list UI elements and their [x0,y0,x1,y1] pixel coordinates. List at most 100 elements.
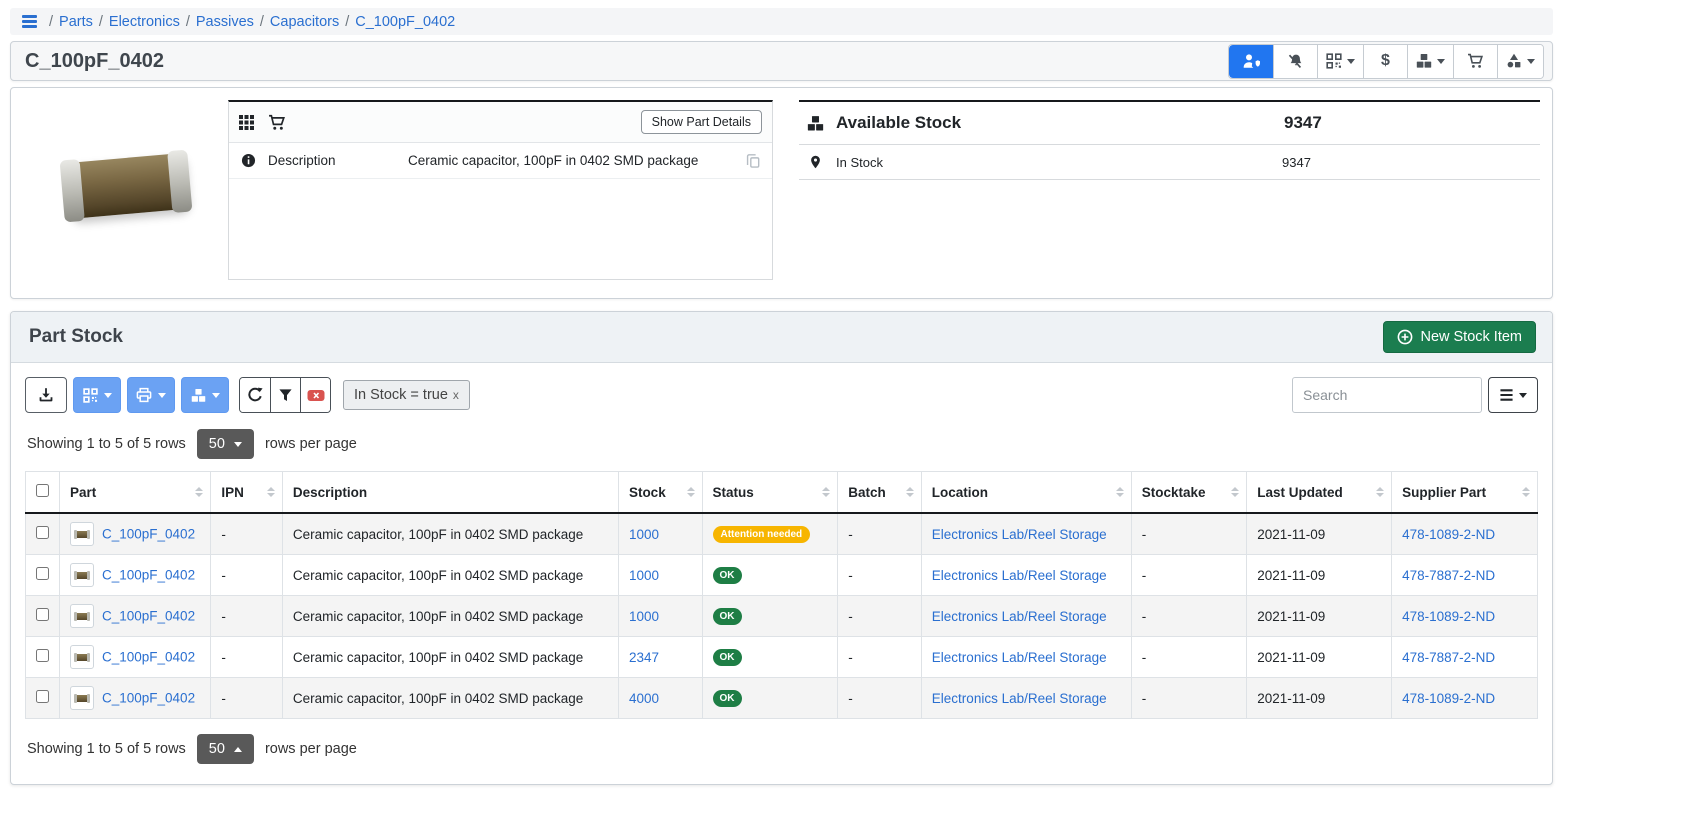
description-row: Description Ceramic capacitor, 100pF in … [229,143,772,179]
filter-button[interactable] [270,378,300,412]
last-updated-cell: 2021-11-09 [1247,555,1392,596]
column-header-description[interactable]: Description [282,472,618,514]
supplier-part-link[interactable]: 478-1089-2-ND [1402,691,1495,706]
part-link[interactable]: C_100pF_0402 [102,527,195,542]
part-link[interactable]: C_100pF_0402 [102,568,195,583]
breadcrumb-item-electronics[interactable]: Electronics [109,14,180,30]
breadcrumb: / Parts / Electronics / Passives / Capac… [10,8,1553,35]
copy-icon[interactable] [746,153,760,168]
clear-filters-button[interactable] [300,378,330,412]
available-stock-panel: Available Stock 9347 In Stock 9347 [799,100,1540,180]
stock-quantity-link[interactable]: 1000 [629,527,659,542]
stocktake-cell: - [1131,513,1246,555]
sort-icon [687,487,695,497]
description-cell: Ceramic capacitor, 100pF in 0402 SMD pac… [282,637,618,678]
location-link[interactable]: Electronics Lab/Reel Storage [932,609,1107,624]
pagination-suffix-text: rows per page [265,741,357,757]
stock-options-button[interactable] [181,377,229,413]
barcode-actions-button[interactable] [1317,45,1363,78]
filter-chip: In Stock = true x [343,380,470,410]
pricing-button[interactable]: $ [1363,45,1407,78]
part-stock-header: Part Stock New Stock Item [11,312,1552,363]
column-header-stocktake[interactable]: Stocktake [1131,472,1246,514]
part-actions-button[interactable] [1497,45,1543,78]
column-header-last-updated[interactable]: Last Updated [1247,472,1392,514]
columns-button[interactable] [1488,377,1538,413]
search-input[interactable] [1292,377,1482,413]
new-stock-item-button[interactable]: New Stock Item [1383,321,1536,353]
page-size-dropdown[interactable]: 50 [197,734,254,764]
export-button[interactable] [25,377,67,413]
filter-funnel-icon [278,388,293,403]
part-thumbnail [70,686,94,710]
ipn-cell: - [211,678,283,719]
filter-chip-close[interactable]: x [453,388,459,402]
breadcrumb-item-passives[interactable]: Passives [196,14,254,30]
shopping-cart-icon [1467,53,1484,69]
breadcrumb-item-current-part[interactable]: C_100pF_0402 [355,14,455,30]
stock-actions-button[interactable] [1407,45,1453,78]
stock-quantity-link[interactable]: 2347 [629,650,659,665]
menu-icon[interactable] [22,15,37,28]
part-link[interactable]: C_100pF_0402 [102,691,195,706]
part-image[interactable] [23,100,228,280]
column-header-stock[interactable]: Stock [618,472,702,514]
column-label: Stocktake [1142,485,1206,500]
chevron-down-icon [212,393,220,398]
subscribe-button[interactable] [1229,45,1273,78]
column-label: Description [293,485,367,500]
breadcrumb-separator: / [180,14,196,30]
location-link[interactable]: Electronics Lab/Reel Storage [932,650,1107,665]
column-header-location[interactable]: Location [921,472,1131,514]
location-link[interactable]: Electronics Lab/Reel Storage [932,691,1107,706]
sort-icon [1116,487,1124,497]
column-header-supplier-part[interactable]: Supplier Part [1392,472,1538,514]
description-cell: Ceramic capacitor, 100pF in 0402 SMD pac… [282,678,618,719]
row-checkbox[interactable] [36,690,49,703]
supplier-part-link[interactable]: 478-1089-2-ND [1402,609,1495,624]
page-header: C_100pF_0402 $ [10,41,1553,81]
bell-slash-icon [1288,53,1304,69]
available-stock-header: Available Stock 9347 [799,102,1540,145]
row-checkbox[interactable] [36,567,49,580]
breadcrumb-item-capacitors[interactable]: Capacitors [270,14,339,30]
select-all-checkbox[interactable] [36,484,49,497]
row-checkbox[interactable] [36,608,49,621]
filter-group [239,377,331,413]
column-label: IPN [221,485,244,500]
supplier-part-link[interactable]: 478-7887-2-ND [1402,650,1495,665]
part-link[interactable]: C_100pF_0402 [102,609,195,624]
location-link[interactable]: Electronics Lab/Reel Storage [932,568,1107,583]
column-header-ipn[interactable]: IPN [211,472,283,514]
show-part-details-button[interactable]: Show Part Details [641,110,762,134]
qrcode-icon [1326,53,1342,69]
column-header-status[interactable]: Status [702,472,838,514]
purchase-button[interactable] [1453,45,1497,78]
breadcrumb-item-parts[interactable]: Parts [59,14,93,30]
column-header-part[interactable]: Part [60,472,211,514]
barcode-actions-button[interactable] [73,377,121,413]
supplier-part-link[interactable]: 478-1089-2-ND [1402,527,1495,542]
stock-quantity-link[interactable]: 4000 [629,691,659,706]
stock-quantity-link[interactable]: 1000 [629,609,659,624]
row-checkbox[interactable] [36,526,49,539]
column-header-batch[interactable]: Batch [838,472,922,514]
refresh-button[interactable] [240,378,270,412]
table-row: C_100pF_0402 - Ceramic capacitor, 100pF … [26,637,1538,678]
sort-icon [195,487,203,497]
available-stock-title: Available Stock [836,113,1272,133]
part-link[interactable]: C_100pF_0402 [102,650,195,665]
print-actions-button[interactable] [127,377,175,413]
row-checkbox[interactable] [36,649,49,662]
supplier-part-link[interactable]: 478-7887-2-ND [1402,568,1495,583]
location-link[interactable]: Electronics Lab/Reel Storage [932,527,1107,542]
status-badge: OK [713,690,742,707]
part-thumbnail [70,604,94,628]
description-label: Description [268,153,396,168]
filter-chip-label: In Stock = true [354,387,448,403]
stock-quantity-link[interactable]: 1000 [629,568,659,583]
page-size-dropdown[interactable]: 50 [197,429,254,459]
notifications-off-button[interactable] [1273,45,1317,78]
info-icon [241,153,256,168]
chevron-down-icon [158,393,166,398]
